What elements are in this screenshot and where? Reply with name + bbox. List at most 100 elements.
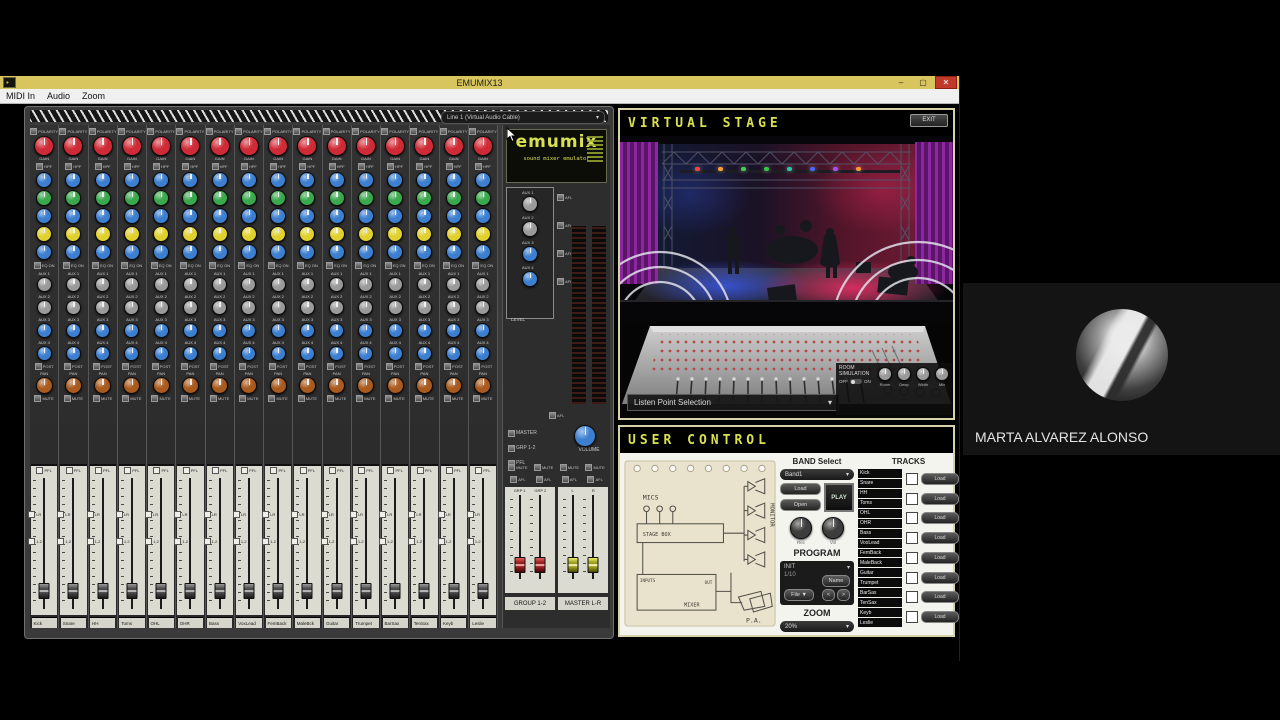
channel-fader[interactable]: LR 1-2: [349, 476, 373, 611]
eq-lmf-knob[interactable]: [445, 226, 462, 242]
post-button[interactable]: POST: [34, 363, 54, 370]
eq-lf-knob[interactable]: [387, 244, 404, 260]
eq-lf-knob[interactable]: [416, 244, 433, 260]
hpf-button[interactable]: HPF: [123, 163, 140, 170]
aux1-knob[interactable]: [270, 277, 286, 292]
channel-fader[interactable]: LR 1-2: [437, 476, 461, 611]
polarity-button[interactable]: POLARITY: [293, 128, 321, 135]
fader-cap[interactable]: [567, 557, 579, 574]
pfl-button[interactable]: PFL: [36, 467, 52, 474]
eq-hmf-gain-knob[interactable]: [182, 208, 199, 224]
chevron-down-icon[interactable]: ▾: [847, 564, 850, 571]
aux2-knob[interactable]: [124, 300, 140, 315]
mute-button[interactable]: MUTE: [151, 395, 171, 402]
group-afl-button[interactable]: AFL: [587, 476, 603, 483]
hpf-button[interactable]: HPF: [416, 163, 432, 170]
rec-knob[interactable]: [790, 517, 812, 539]
eq-hmf-gain-knob[interactable]: [445, 208, 462, 224]
pfl-button[interactable]: PFL: [182, 467, 198, 474]
aux4-knob[interactable]: [416, 346, 432, 361]
eq-hf-knob[interactable]: [357, 172, 374, 188]
mute-button[interactable]: MUTE: [356, 395, 376, 402]
gain-knob[interactable]: [121, 136, 142, 156]
eq-lf-knob[interactable]: [36, 244, 53, 260]
aux3-knob[interactable]: [299, 323, 315, 338]
post-button[interactable]: POST: [473, 363, 492, 370]
eq-lmf-knob[interactable]: [123, 226, 140, 242]
aux4-knob[interactable]: [299, 346, 315, 361]
pfl-button[interactable]: PFL: [94, 467, 110, 474]
lr-assign-button[interactable]: LR: [408, 511, 422, 519]
aux3-knob[interactable]: [446, 323, 462, 338]
fader-cap[interactable]: [389, 582, 401, 599]
program-next-button[interactable]: >: [837, 589, 850, 601]
mute-button[interactable]: MUTE: [297, 395, 317, 402]
track-load-button[interactable]: Load: [921, 551, 959, 564]
track-checkbox[interactable]: [905, 591, 918, 604]
group-mute-button[interactable]: MUTE: [585, 464, 605, 471]
hpf-button[interactable]: HPF: [357, 163, 374, 170]
lr-assign-button[interactable]: LR: [28, 511, 41, 519]
polarity-button[interactable]: POLARITY: [59, 128, 87, 135]
room-sim-knob[interactable]: [897, 367, 911, 381]
lr-assign-button[interactable]: LR: [174, 511, 188, 519]
aux4-knob[interactable]: [124, 346, 140, 361]
fader-cap[interactable]: [514, 557, 526, 574]
eq-hmf-freq-knob[interactable]: [416, 190, 433, 206]
pfl-button[interactable]: PFL: [475, 467, 491, 474]
track-load-button[interactable]: Load: [921, 532, 959, 545]
grp12-button[interactable]: GRP 1-2: [508, 445, 537, 452]
eq-lf-knob[interactable]: [123, 244, 140, 260]
pfl-button[interactable]: PFL: [299, 467, 315, 474]
group-assign-button[interactable]: 1-2: [379, 538, 393, 546]
post-button[interactable]: POST: [151, 363, 171, 370]
exit-button[interactable]: EXIT: [910, 114, 948, 127]
eq-hf-knob[interactable]: [153, 172, 170, 188]
aux2-knob[interactable]: [65, 300, 81, 315]
aux4-knob[interactable]: [329, 346, 345, 361]
fader-cap[interactable]: [38, 582, 50, 599]
hpf-button[interactable]: HPF: [387, 163, 403, 170]
channel-fader[interactable]: LR 1-2: [145, 476, 168, 611]
eq-on-button[interactable]: EQ ON: [238, 262, 259, 269]
eq-hf-knob[interactable]: [211, 172, 228, 188]
aux4-knob[interactable]: [387, 346, 403, 361]
eq-hmf-freq-knob[interactable]: [357, 190, 374, 206]
eq-hf-knob[interactable]: [387, 172, 404, 188]
channel-fader[interactable]: LR 1-2: [174, 476, 197, 611]
lr-assign-button[interactable]: LR: [320, 511, 334, 519]
lr-assign-button[interactable]: LR: [203, 511, 217, 519]
audio-device-dropdown[interactable]: Line 1 (Virtual Audio Cable) ▾: [441, 111, 605, 124]
track-checkbox[interactable]: [905, 472, 918, 485]
post-button[interactable]: POST: [356, 363, 375, 370]
eq-on-button[interactable]: EQ ON: [209, 262, 230, 269]
track-checkbox[interactable]: [905, 492, 918, 505]
eq-lmf-knob[interactable]: [153, 226, 170, 242]
track-checkbox[interactable]: [905, 611, 918, 624]
band-load-button[interactable]: Load: [780, 483, 821, 495]
eq-lf-knob[interactable]: [474, 244, 491, 260]
track-checkbox[interactable]: [905, 571, 918, 584]
aux3-knob[interactable]: [182, 323, 198, 338]
group-afl-button[interactable]: AFL: [561, 476, 577, 483]
eq-hmf-gain-knob[interactable]: [416, 208, 433, 224]
aux1-knob[interactable]: [241, 277, 257, 292]
gain-knob[interactable]: [414, 136, 435, 156]
master-button[interactable]: MASTER: [508, 430, 537, 437]
pfl-button[interactable]: PFL: [270, 467, 286, 474]
group-mute-button[interactable]: MUTE: [508, 464, 528, 471]
eq-hf-knob[interactable]: [240, 172, 257, 188]
group-afl-button[interactable]: AFL: [510, 476, 526, 483]
eq-lf-knob[interactable]: [211, 244, 228, 260]
aux3-knob[interactable]: [270, 323, 286, 338]
polarity-button[interactable]: POLARITY: [30, 128, 58, 135]
channel-fader[interactable]: LR 1-2: [379, 476, 402, 611]
hpf-button[interactable]: HPF: [445, 163, 462, 170]
aux3-knob[interactable]: [416, 323, 432, 338]
pan-knob[interactable]: [386, 377, 404, 394]
group-mute-button[interactable]: MUTE: [559, 464, 579, 471]
eq-hmf-freq-knob[interactable]: [387, 190, 404, 206]
gain-knob[interactable]: [63, 136, 84, 156]
aux3-knob[interactable]: [153, 323, 169, 338]
pfl-button[interactable]: PFL: [328, 467, 344, 474]
